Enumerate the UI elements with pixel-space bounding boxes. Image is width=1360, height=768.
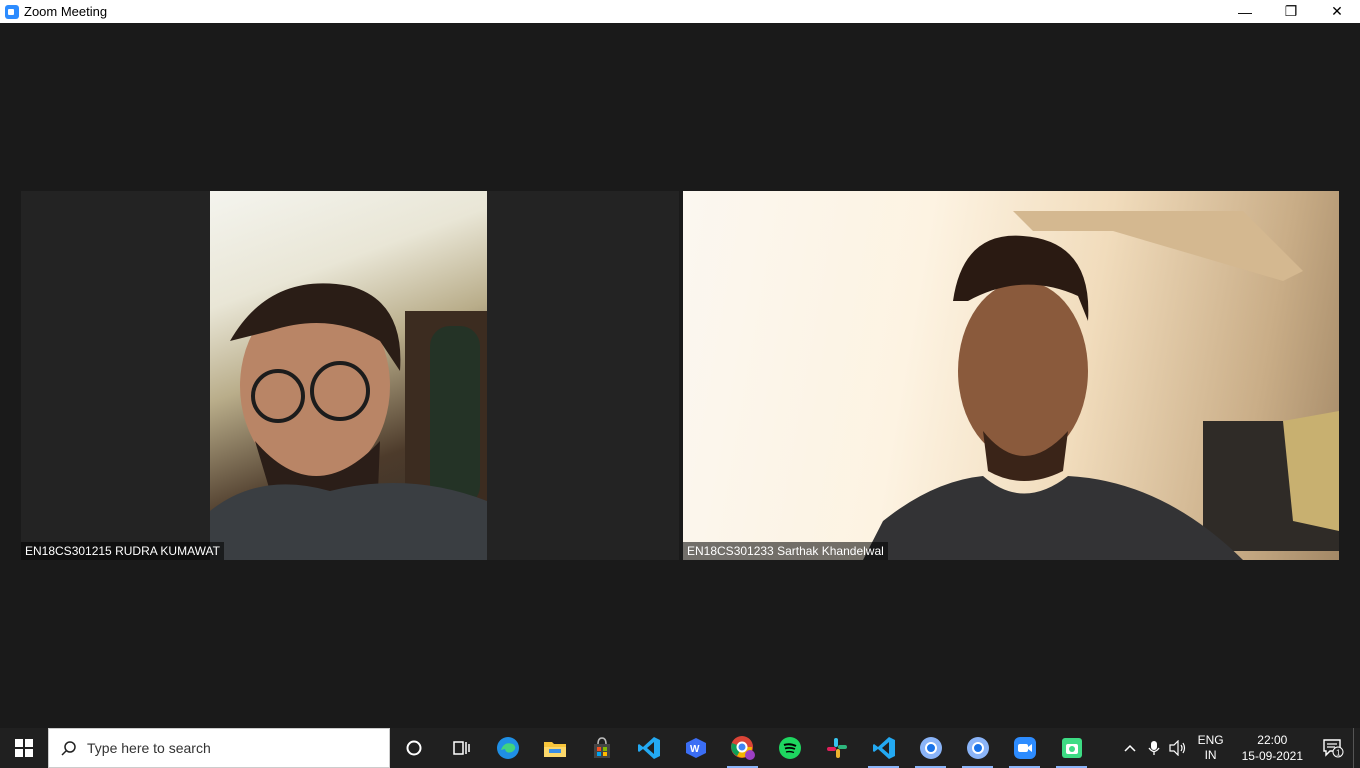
- chrome-icon[interactable]: [719, 728, 766, 768]
- region-code: IN: [1204, 748, 1217, 762]
- clock-time: 22:00: [1257, 733, 1288, 747]
- notification-count: 1: [1336, 749, 1341, 758]
- edge-icon[interactable]: [484, 728, 531, 768]
- show-desktop-button[interactable]: [1353, 728, 1360, 768]
- search-icon: [61, 741, 76, 756]
- close-button[interactable]: ✕: [1314, 0, 1360, 23]
- system-tray: ENG IN 22:00 15-09-2021 1: [1118, 728, 1360, 768]
- chrome-profile-icon[interactable]: [907, 728, 954, 768]
- zoom-icon[interactable]: [1001, 728, 1048, 768]
- clock-date: 15-09-2021: [1241, 749, 1303, 763]
- start-button[interactable]: [0, 728, 48, 768]
- volume-icon[interactable]: [1166, 728, 1190, 768]
- wps-icon[interactable]: W: [672, 728, 719, 768]
- participant-name-label: EN18CS301233 Sarthak Khandelwal: [683, 542, 888, 560]
- vscode-icon-2[interactable]: [860, 728, 907, 768]
- zoom-app-icon: [5, 4, 19, 19]
- participant-tile[interactable]: EN18CS301233 Sarthak Khandelwal: [683, 191, 1339, 560]
- participant-tile[interactable]: EN18CS301215 RUDRA KUMAWAT: [21, 191, 679, 560]
- vscode-icon[interactable]: [625, 728, 672, 768]
- input-language-indicator[interactable]: ENG IN: [1198, 733, 1224, 763]
- meeting-gallery: EN18CS301215 RUDRA KUMAWAT EN18CS301233 …: [0, 23, 1360, 728]
- participant-silhouette: [210, 283, 487, 560]
- chrome-profile-icon-2[interactable]: [954, 728, 1001, 768]
- store-icon[interactable]: [578, 728, 625, 768]
- minimize-button[interactable]: —: [1222, 0, 1268, 23]
- restore-button[interactable]: ❐: [1268, 0, 1314, 23]
- windows-logo-icon: [15, 739, 33, 757]
- chevron-up-icon[interactable]: [1118, 728, 1142, 768]
- search-placeholder: Type here to search: [87, 740, 211, 756]
- task-view-icon[interactable]: [437, 728, 484, 768]
- taskbar: Type here to search W ENG IN 22:00 15-09…: [0, 728, 1360, 768]
- notification-center-button[interactable]: 1: [1313, 728, 1353, 768]
- taskbar-search-box[interactable]: Type here to search: [48, 728, 390, 768]
- participant-video: [210, 191, 487, 560]
- clock[interactable]: 22:00 15-09-2021: [1242, 732, 1303, 764]
- window-title: Zoom Meeting: [24, 4, 108, 19]
- cortana-icon[interactable]: [390, 728, 437, 768]
- slack-icon[interactable]: [813, 728, 860, 768]
- svg-text:W: W: [690, 744, 700, 755]
- android-studio-icon[interactable]: [1048, 728, 1095, 768]
- notification-icon: 1: [1323, 739, 1344, 758]
- microphone-icon[interactable]: [1142, 728, 1166, 768]
- participant-silhouette: [863, 211, 1339, 560]
- language-code: ENG: [1197, 733, 1224, 747]
- spotify-icon[interactable]: [766, 728, 813, 768]
- participant-name-label: EN18CS301215 RUDRA KUMAWAT: [21, 542, 224, 560]
- file-explorer-icon[interactable]: [531, 728, 578, 768]
- title-bar: Zoom Meeting — ❐ ✕: [0, 0, 1360, 23]
- participant-video: [683, 191, 1339, 560]
- window-controls: — ❐ ✕: [1222, 0, 1360, 23]
